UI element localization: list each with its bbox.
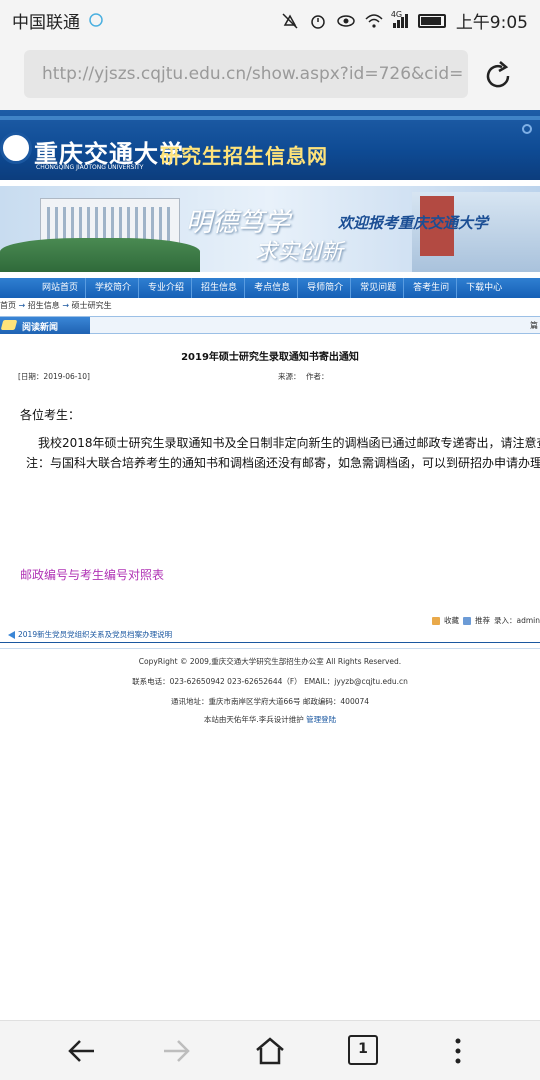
breadcrumb: 首页 → 招生信息 → 硕士研究生 <box>0 301 112 310</box>
footer-contact: 联系电话：023-62650942 023-62652644（F） EMAIL：… <box>132 677 408 686</box>
article-author: 作者： <box>306 372 329 381</box>
article-paragraph-2: 注：与国科大联合培养考生的通知书和调档函还没有邮寄，如急需调档函，可以到研招办申… <box>26 456 540 470</box>
breadcrumb-admissions[interactable]: 招生信息 <box>28 301 60 310</box>
footer-maintain: 本站由天佑年华.李兵设计维护 管理登陆 <box>203 715 337 724</box>
article-title: 2019年硕士研究生录取通知书寄出通知 <box>181 352 359 363</box>
footer-copyright: CopyRight © 2009,重庆交通大学研究生部招生办公室 All Rig… <box>138 657 402 666</box>
article-paragraph-1: 我校2018年硕士研究生录取通知书及全日制非定向新生的调档函已通过邮政专递寄出，… <box>38 436 540 450</box>
site-title: 研究生招生信息网 <box>160 144 328 168</box>
favorite-icon <box>432 616 440 625</box>
nav-home[interactable]: 网站首页 <box>0 278 85 298</box>
url-text: http://yjszs.cqjtu.edu.cn/show.aspx?id=7… <box>42 64 464 84</box>
nav-downloads[interactable]: 下载中心 <box>456 278 509 298</box>
footer-address: 通讯地址：重庆市南岸区学府大道66号 邮政编码：400074 <box>170 697 370 706</box>
favorite-link[interactable]: 收藏 <box>444 615 459 626</box>
nav-admissions[interactable]: 招生信息 <box>191 278 244 298</box>
signal-icon: 4G <box>391 10 408 28</box>
back-icon[interactable] <box>66 1035 98 1067</box>
motto-2: 求实创新 <box>255 240 344 265</box>
breadcrumb-home[interactable]: 首页 <box>0 301 16 310</box>
welcome-text: 欢迎报考重庆交通大学 <box>338 214 489 232</box>
web-page: 重庆交通大学 CHONGQING JIAOTONG UNIVERSITY 研究生… <box>0 110 540 1020</box>
article-source: 来源： <box>278 372 301 381</box>
article-tools: 收藏 推荐 录入：admin <box>432 615 540 626</box>
section-tab: 阅读新闻 <box>0 317 90 334</box>
browser-bottom-bar: 1 <box>0 1020 540 1080</box>
hero-banner: 明德笃学 求实创新 欢迎报考重庆交通大学 <box>0 186 540 272</box>
university-english-name: CHONGQING JIAOTONG UNIVERSITY <box>36 164 144 171</box>
reload-icon[interactable] <box>480 58 516 94</box>
section-header: 阅读新闻 篇 <box>0 316 540 334</box>
forward-icon[interactable] <box>160 1035 192 1067</box>
more-menu-icon[interactable] <box>442 1035 474 1067</box>
recommend-icon <box>463 616 471 625</box>
entry-author: 录入：admin <box>494 616 540 625</box>
university-seal-icon <box>0 132 32 164</box>
notification-bear-icon <box>89 13 103 27</box>
previous-article-link[interactable]: 2019新生党员党组织关系及党员档案办理说明 <box>8 629 172 640</box>
section-right-text: 篇 <box>530 321 538 330</box>
clock: 上午9:05 <box>455 13 528 33</box>
attachment-link[interactable]: 邮政编号与考生编号对照表 <box>20 566 164 583</box>
eye-icon <box>337 14 355 27</box>
nav-exam-sites[interactable]: 考点信息 <box>244 278 297 298</box>
nav-faq[interactable]: 常见问题 <box>350 278 403 298</box>
tabs-button[interactable]: 1 <box>348 1035 378 1065</box>
network-type: 4G <box>390 9 403 19</box>
browser-toolbar: http://yjszs.cqjtu.edu.cn/show.aspx?id=7… <box>0 38 540 110</box>
nav-supervisors[interactable]: 导师简介 <box>297 278 350 298</box>
main-nav: 网站首页 学校简介 专业介绍 招生信息 考点信息 导师简介 常见问题 答考生问 … <box>0 278 540 298</box>
nav-qa[interactable]: 答考生问 <box>403 278 456 298</box>
carrier-name: 中国联通 <box>12 13 80 33</box>
status-icons: 4G 上午9:05 <box>281 8 528 33</box>
section-tab-label: 阅读新闻 <box>22 323 59 333</box>
nav-about[interactable]: 学校简介 <box>85 278 138 298</box>
recommend-link[interactable]: 推荐 <box>475 615 490 626</box>
home-icon[interactable] <box>254 1035 286 1067</box>
nav-majors[interactable]: 专业介绍 <box>138 278 191 298</box>
alarm-icon <box>311 14 325 29</box>
footer-divider <box>0 642 540 643</box>
url-field[interactable]: http://yjszs.cqjtu.edu.cn/show.aspx?id=7… <box>24 50 468 98</box>
book-icon <box>0 320 18 330</box>
article-greeting: 各位考生： <box>20 408 81 422</box>
site-header: 重庆交通大学 CHONGQING JIAOTONG UNIVERSITY 研究生… <box>0 110 540 180</box>
decor-circle-icon <box>522 124 532 134</box>
article-date: [日期：2019-06-10] <box>18 372 90 381</box>
admin-login-link[interactable]: 管理登陆 <box>306 715 336 724</box>
notification-mute-icon <box>282 12 298 29</box>
wifi-icon <box>365 13 383 28</box>
tab-count: 1 <box>358 1041 368 1057</box>
status-bar: 中国联通 4G 上午9:05 <box>0 0 540 38</box>
breadcrumb-masters[interactable]: 硕士研究生 <box>72 301 112 310</box>
arrow-left-icon <box>8 631 15 639</box>
battery-icon <box>417 13 446 28</box>
